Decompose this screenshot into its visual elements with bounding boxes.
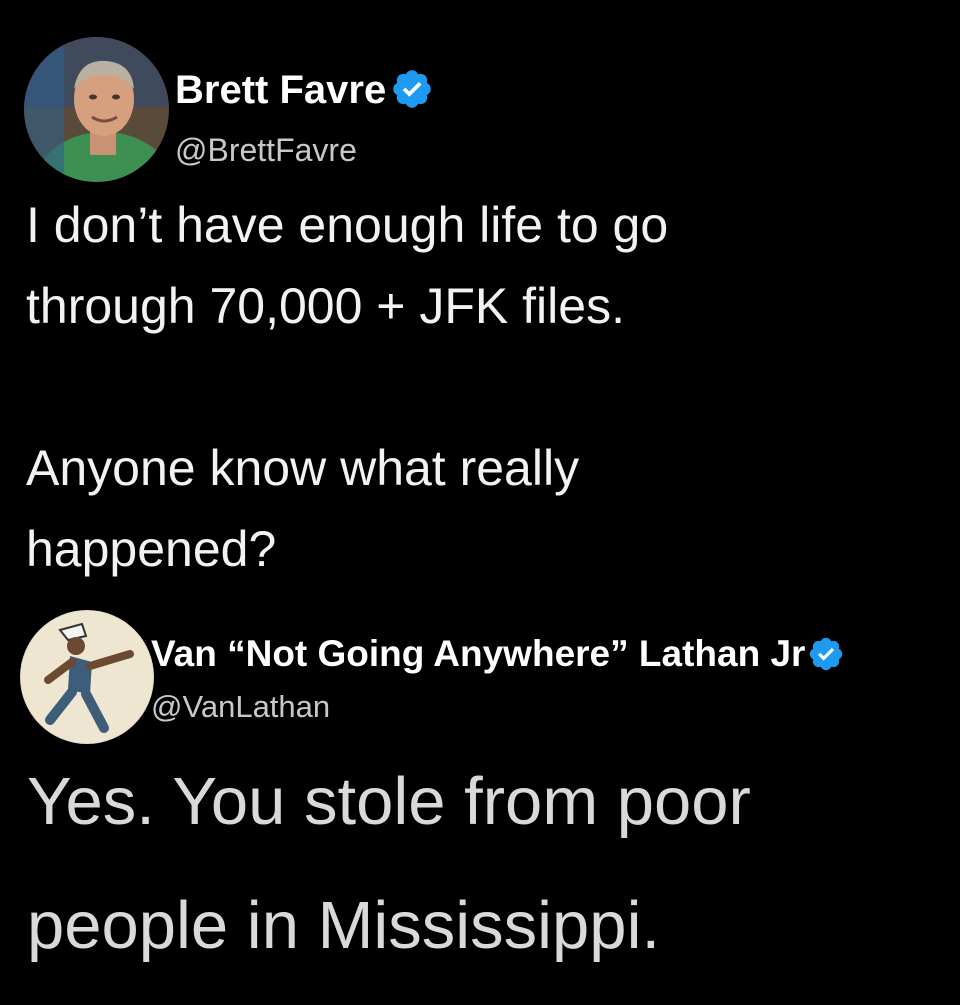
avatar-brett-favre[interactable]	[24, 37, 169, 182]
handle[interactable]: @VanLathan	[151, 689, 330, 725]
display-name-text: Brett Favre	[175, 68, 387, 112]
avatar-photo-icon	[24, 37, 169, 182]
tweet-text: I don’t have enough life to go through 7…	[26, 197, 669, 577]
display-name-text: Van “Not Going Anywhere” Lathan Jr	[151, 633, 806, 674]
tweet-brett-favre: Brett Favre @BrettFavre I don’t have eno…	[0, 0, 960, 590]
tweet-van-lathan: Van “Not Going Anywhere” Lathan Jr @VanL…	[0, 600, 960, 1005]
avatar-illustration-icon	[20, 610, 154, 744]
avatar-van-lathan[interactable]	[20, 610, 154, 744]
tweet-text: Yes. You stole from poor people in Missi…	[27, 764, 751, 963]
display-name[interactable]: Brett Favre	[175, 68, 434, 113]
handle[interactable]: @BrettFavre	[175, 132, 357, 169]
display-name[interactable]: Van “Not Going Anywhere” Lathan Jr	[151, 633, 845, 675]
verified-badge-icon	[807, 635, 845, 673]
verified-badge-icon	[390, 67, 434, 111]
